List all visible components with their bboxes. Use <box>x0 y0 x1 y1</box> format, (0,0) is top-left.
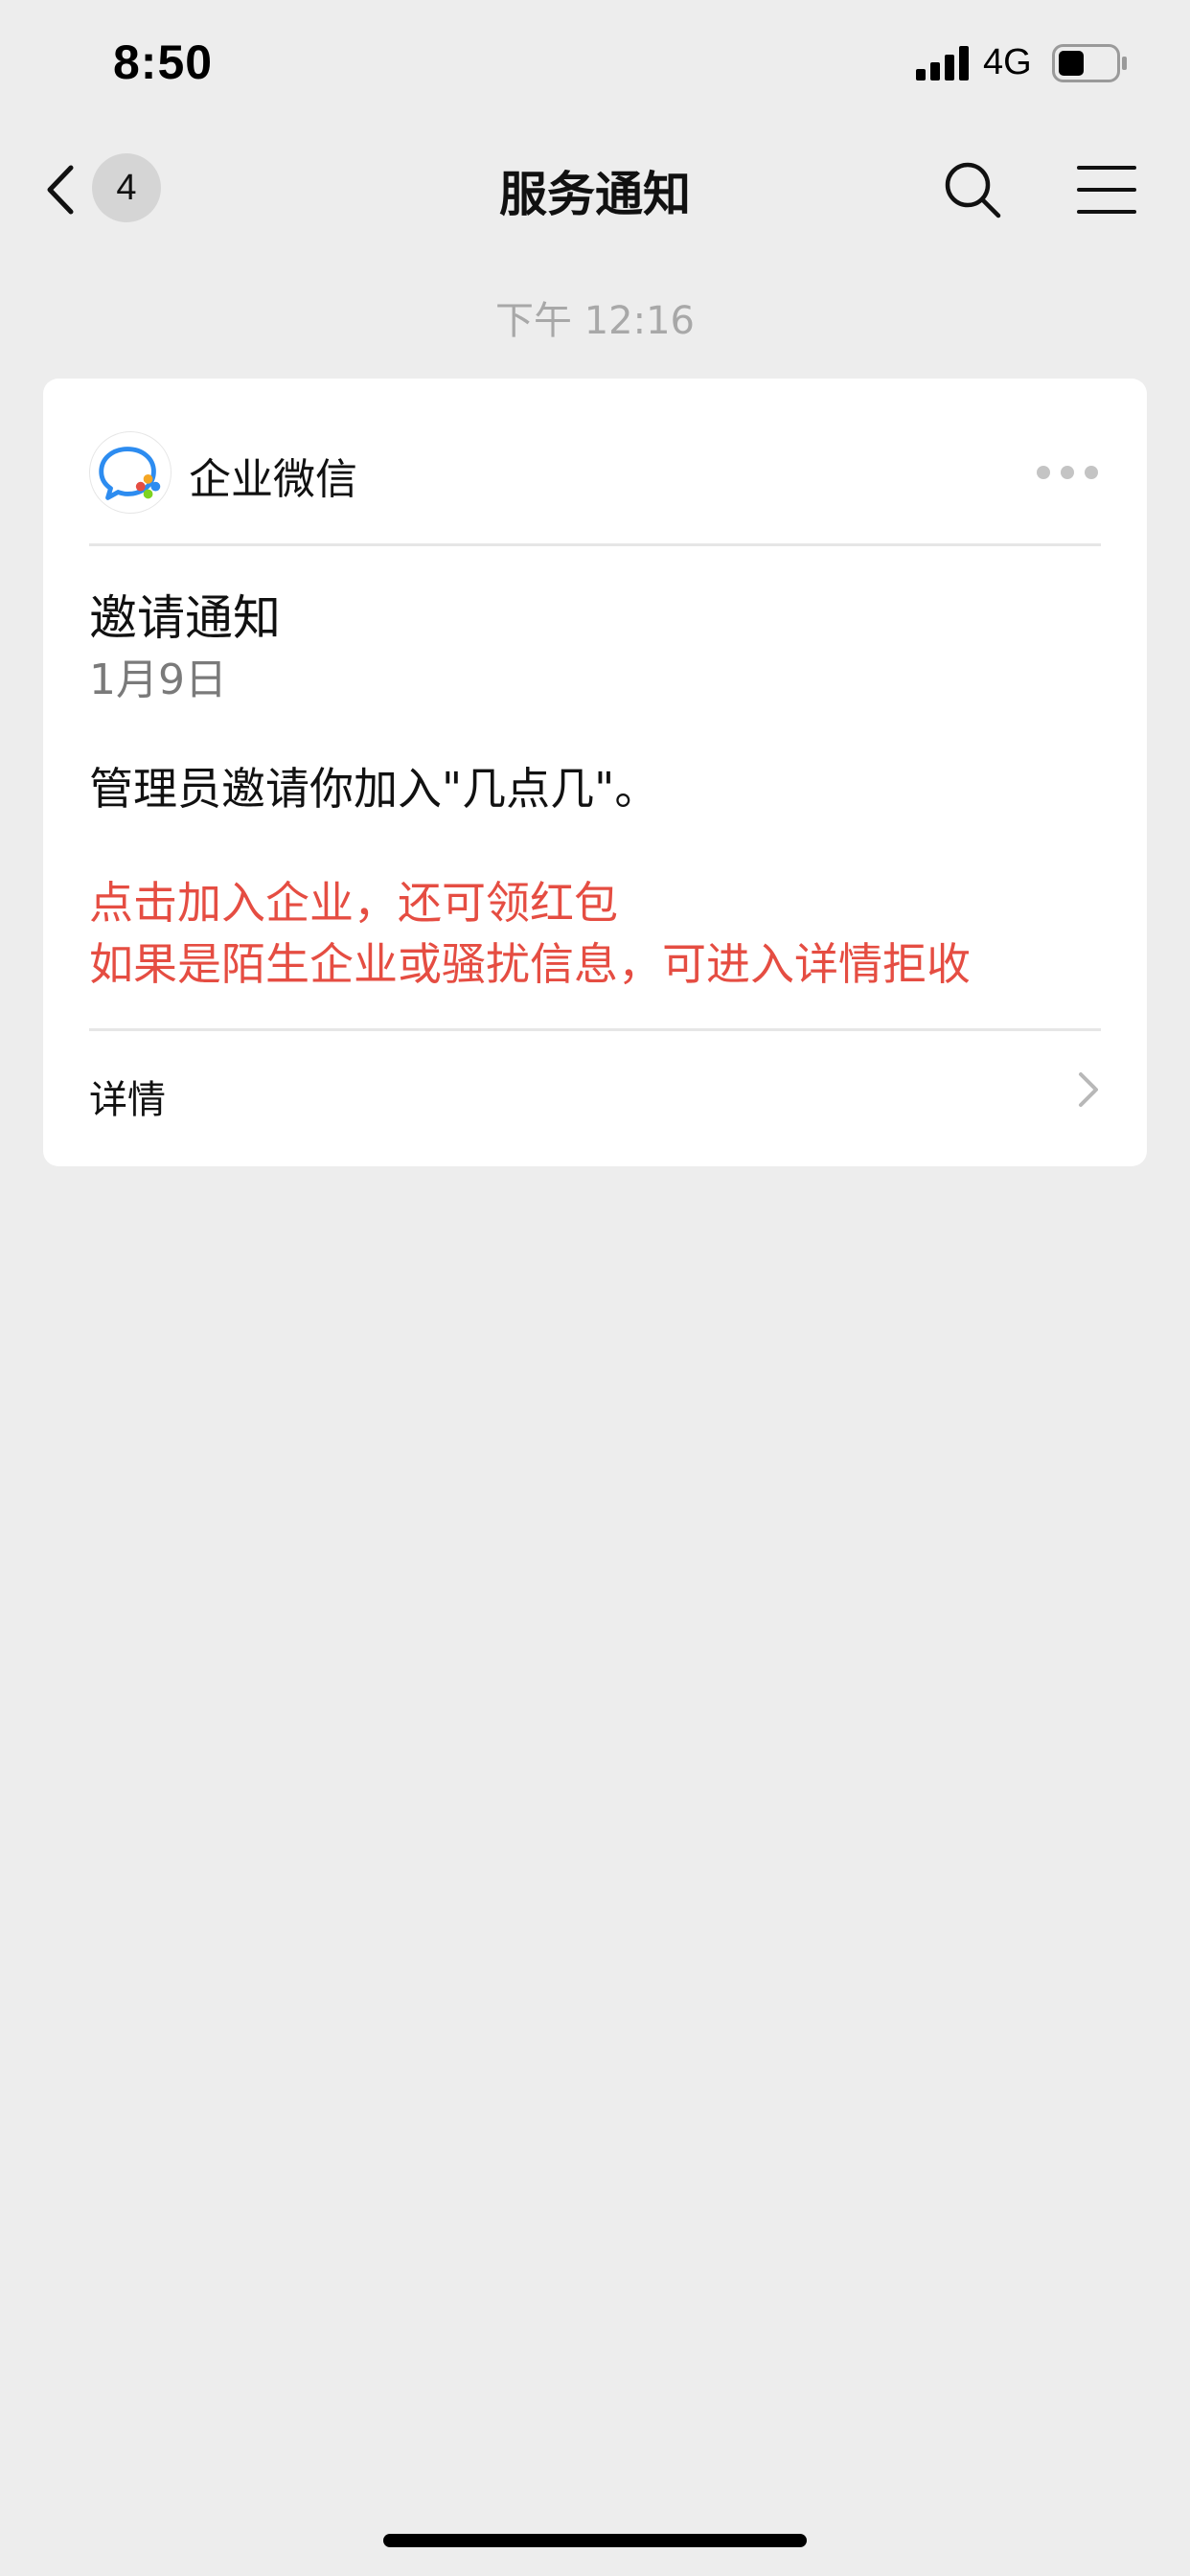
notice-date: 1月9日 <box>89 656 227 704</box>
more-dots-icon[interactable] <box>1034 455 1101 490</box>
notice-highlight: 点击加入企业，还可领红包 如果是陌生企业或骚扰信息，可进入详情拒收 <box>89 872 971 995</box>
divider <box>89 543 1101 546</box>
message-timestamp: 下午 12:16 <box>495 299 695 343</box>
details-label: 详情 <box>89 1078 166 1122</box>
highlight-line-2: 如果是陌生企业或骚扰信息，可进入详情拒收 <box>89 938 971 990</box>
page-title: 服务通知 <box>499 167 691 222</box>
notice-body: 管理员邀请你加入"几点几"。 <box>89 763 659 815</box>
search-icon[interactable] <box>939 156 1006 223</box>
notice-title: 邀请通知 <box>89 590 281 646</box>
details-link[interactable]: 详情 <box>89 1040 1101 1145</box>
wecom-logo-icon <box>89 431 172 514</box>
status-bar: 8:50 4G <box>0 0 1190 129</box>
chevron-right-icon <box>1079 1072 1098 1107</box>
home-indicator[interactable] <box>383 2534 807 2547</box>
battery-icon <box>1052 44 1127 82</box>
highlight-line-1: 点击加入企业，还可领红包 <box>89 877 618 929</box>
hamburger-menu-icon[interactable] <box>1075 158 1138 221</box>
divider <box>89 1028 1101 1031</box>
status-time: 8:50 <box>113 35 214 89</box>
app-name: 企业微信 <box>189 455 357 504</box>
notification-card[interactable]: 企业微信 邀请通知 1月9日 管理员邀请你加入"几点几"。 点击加入企业，还可领… <box>43 379 1147 1166</box>
network-type-label: 4G <box>983 42 1032 82</box>
signal-bars-icon <box>916 46 969 80</box>
nav-bar: 4 服务通知 <box>0 129 1190 254</box>
card-header: 企业微信 <box>89 431 1101 518</box>
